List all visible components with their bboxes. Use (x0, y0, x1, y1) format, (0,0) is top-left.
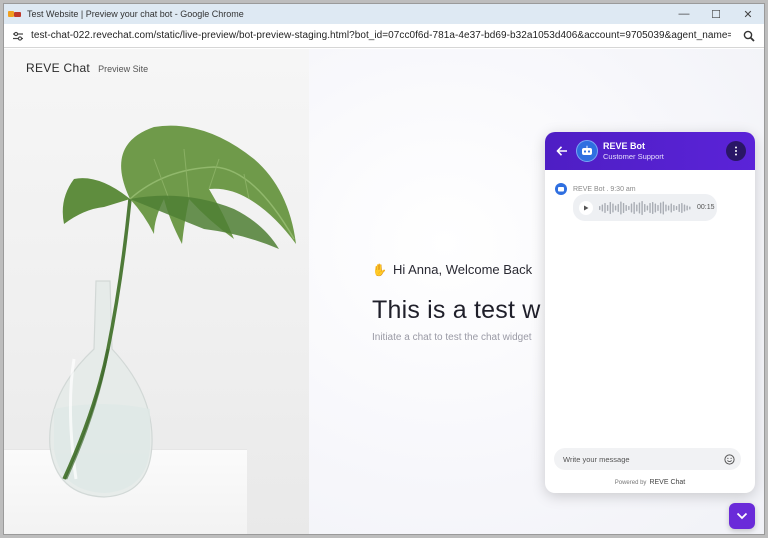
minimize-button[interactable]: — (668, 4, 700, 24)
close-button[interactable]: ✕ (732, 4, 764, 24)
waveform-bar (659, 202, 662, 213)
waveform-bar (638, 202, 641, 213)
hero-image-panel: REVE Chat Preview Site (4, 49, 309, 534)
waveform-bar (665, 204, 667, 211)
waveform-bar (625, 204, 627, 211)
waveform-bar (654, 203, 657, 212)
more-vertical-icon[interactable] (726, 141, 746, 161)
waveform-bar (683, 204, 686, 211)
site-favicon-icon (8, 10, 22, 19)
waveform-bar (678, 203, 680, 212)
brand-name: REVE Chat (26, 61, 91, 75)
waveform-bar (630, 203, 633, 212)
waveform-bar (620, 201, 622, 214)
waveform-bar (686, 205, 688, 210)
voice-message: 00:15 (573, 194, 717, 221)
chat-header: REVE Bot Customer Support (545, 132, 755, 170)
brand-logo[interactable]: REVE Chat Preview Site (26, 61, 148, 75)
waveform-bar (681, 202, 683, 213)
maximize-button[interactable]: ☐ (700, 4, 732, 24)
chat-toggle-button[interactable] (729, 503, 755, 529)
window-controls: — ☐ ✕ (668, 4, 764, 24)
waveform-bar (657, 204, 659, 211)
greeting-text: Hi Anna, Welcome Back (392, 262, 533, 277)
waveform-bar (628, 205, 630, 210)
page-subline: Initiate a chat to test the chat widget (372, 332, 532, 343)
powered-by: Powered by REVE Chat (545, 479, 755, 486)
site-info-tune-icon[interactable] (10, 28, 26, 44)
bot-name: REVE Bot (603, 141, 646, 151)
message-meta-text: REVE Bot . 9:30 am (573, 185, 636, 193)
zoom-icon[interactable] (741, 28, 757, 44)
waveform-bar (601, 204, 604, 211)
waveform-bar (652, 201, 654, 214)
powered-by-brand[interactable]: REVE Chat (649, 479, 685, 486)
waveform-bar (636, 204, 638, 211)
emoji-icon[interactable] (723, 453, 735, 465)
waveform-bar (662, 201, 664, 214)
waveform-bar (673, 204, 675, 211)
greeting: ✋ Hi Anna, Welcome Back (372, 262, 532, 277)
window-title: Test Website | Preview your chat bot - G… (27, 9, 244, 19)
waveform-bar (622, 202, 625, 213)
bot-avatar-icon (576, 140, 598, 162)
plant-vase-illustration (49, 125, 297, 498)
message-input[interactable] (563, 454, 713, 464)
address-bar[interactable]: test-chat-022.revechat.com/static/live-p… (4, 24, 764, 48)
message-input-row (554, 448, 741, 470)
waveform-graphic[interactable] (599, 200, 693, 216)
chat-widget: REVE Bot Customer Support REVE Bot . 9:3… (545, 132, 755, 493)
waveform-bar (614, 205, 617, 210)
waveform-bar (646, 205, 649, 210)
page-headline: This is a test w (372, 296, 541, 324)
waveform-bar (644, 203, 646, 212)
chevron-down-icon (736, 512, 748, 520)
waveform-bar (617, 203, 619, 212)
browser-window: Test Website | Preview your chat bot - G… (3, 3, 765, 535)
waveform-bar (612, 203, 614, 212)
voice-duration: 00:15 (697, 204, 715, 211)
waveform-bar (606, 204, 609, 211)
bot-info: REVE Bot Customer Support (603, 141, 664, 161)
waveform-bar (670, 203, 672, 212)
page-content: REVE Chat Preview Site ✋ Hi Anna, Welcom… (4, 49, 764, 534)
waveform-bar (633, 201, 635, 214)
back-arrow-icon[interactable] (554, 143, 570, 159)
waveform-bar (675, 205, 678, 210)
bot-role: Customer Support (603, 152, 664, 161)
url-text[interactable]: test-chat-022.revechat.com/static/live-p… (31, 30, 731, 41)
waveform-bar (599, 205, 601, 210)
waveform-bar (641, 200, 643, 215)
waveform-bar (609, 201, 611, 214)
waveform-bar (689, 206, 691, 209)
brand-subtitle: Preview Site (98, 64, 149, 74)
waveform-bar (604, 202, 606, 213)
title-bar: Test Website | Preview your chat bot - G… (4, 4, 764, 24)
waving-hand-icon: ✋ (372, 262, 387, 277)
play-icon[interactable] (579, 200, 593, 215)
waveform-bar (649, 202, 651, 213)
powered-by-text: Powered by (614, 480, 647, 486)
bot-mini-avatar-icon (555, 183, 567, 195)
waveform-bar (667, 205, 670, 210)
